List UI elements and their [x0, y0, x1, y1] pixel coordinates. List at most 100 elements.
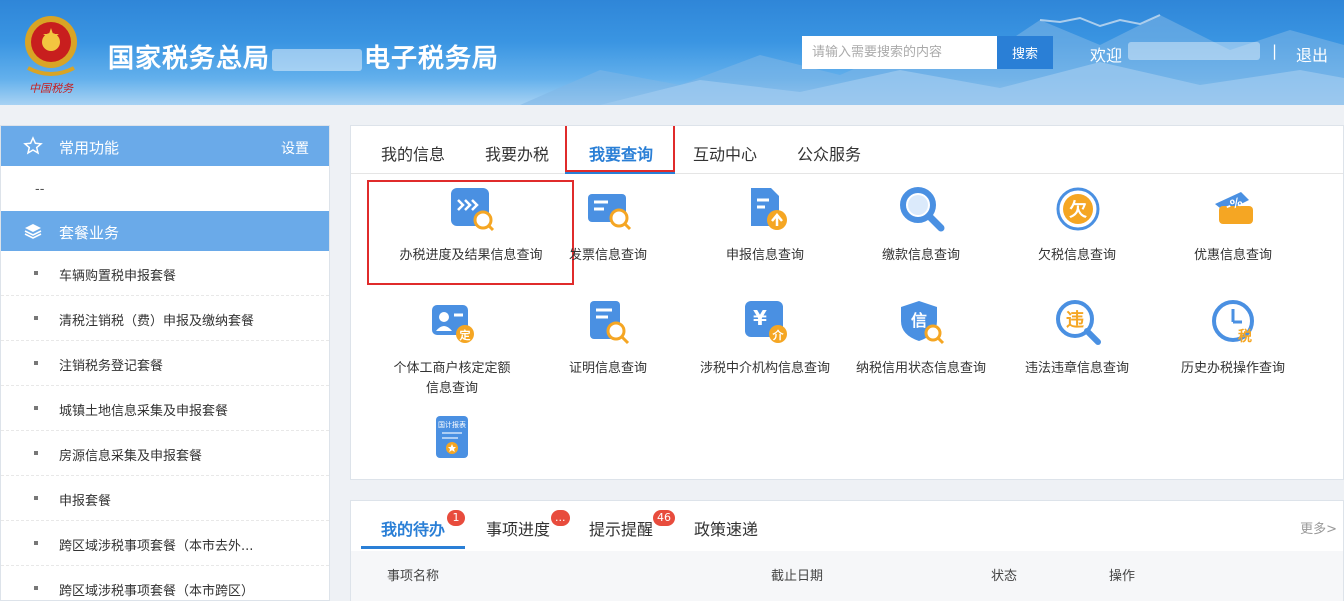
tab-reminders[interactable]: 提示提醒 — [589, 516, 653, 540]
package-item-label: 车辆购置税申报套餐 — [59, 269, 177, 284]
certificate-search-icon — [590, 301, 630, 345]
package-item[interactable]: 城镇土地信息采集及申报套餐 — [1, 386, 329, 431]
query-item-individual-quota[interactable]: 定 个体工商户核定定额信息查询 — [374, 299, 530, 409]
bullet-icon — [34, 451, 38, 455]
svg-text:欠: 欠 — [1069, 199, 1087, 221]
query-item-label: 办税进度及结果信息查询 — [399, 248, 543, 263]
svg-text:介: 介 — [772, 328, 785, 342]
svg-text:¥: ¥ — [753, 306, 767, 330]
redacted-username — [1128, 42, 1260, 60]
column-header-status: 状态 — [991, 569, 1018, 584]
tab-public-service[interactable]: 公众服务 — [797, 141, 861, 165]
packages-title: 套餐业务 — [59, 224, 120, 242]
tab-interaction-center[interactable]: 互动中心 — [693, 141, 757, 165]
site-title: 国家税务总局 电子税务局 — [108, 38, 499, 75]
bullet-icon — [34, 406, 38, 410]
package-item-label: 申报套餐 — [59, 494, 112, 509]
query-item-certificate[interactable]: 证明信息查询 — [530, 299, 686, 409]
national-emblem-logo: 中国税务 — [25, 16, 77, 95]
magnifier-icon — [900, 187, 945, 232]
svg-text:信: 信 — [911, 311, 927, 330]
package-item[interactable]: 跨区域涉税事项套餐（本市去外... — [1, 521, 329, 566]
todo-panel: 我的待办 1 事项进度 ... 提示提醒 46 政策速递 更多> 事项名称 截止… — [350, 500, 1344, 601]
logout-link[interactable]: 退出 — [1296, 42, 1328, 66]
svg-text:违: 违 — [1066, 309, 1084, 331]
statistics-report-icon: 国计报表 — [436, 416, 468, 458]
package-item[interactable]: 申报套餐 — [1, 476, 329, 521]
package-item-label: 跨区域涉税事项套餐（本市跨区） — [59, 584, 255, 599]
tax-arrears-icon: 欠 — [1056, 187, 1100, 231]
tab-my-info[interactable]: 我的信息 — [381, 141, 445, 165]
history-clock-icon: 税 — [1212, 300, 1254, 345]
query-item-label: 纳税信用状态信息查询 — [855, 361, 986, 376]
query-item-label: 申报信息查询 — [725, 248, 804, 263]
bullet-icon — [34, 496, 38, 500]
query-item-arrears[interactable]: 欠 欠税信息查询 — [999, 186, 1155, 296]
invoice-search-icon — [588, 194, 632, 231]
bullet-icon — [34, 541, 38, 545]
search-input[interactable] — [802, 36, 997, 69]
query-item-label: 个体工商户核定定额信息查询 — [393, 361, 511, 396]
star-icon — [23, 136, 43, 155]
tab-item-progress[interactable]: 事项进度 — [486, 516, 550, 540]
package-item[interactable]: 清税注销税（费）申报及缴纳套餐 — [1, 296, 329, 341]
tab-tax-handling[interactable]: 我要办税 — [485, 141, 549, 165]
credit-shield-icon: 信 — [901, 301, 945, 345]
package-item-label: 清税注销税（费）申报及缴纳套餐 — [59, 314, 255, 329]
query-item-credit[interactable]: 信 纳税信用状态信息查询 — [843, 299, 999, 409]
todo-count-badge: 1 — [447, 510, 465, 526]
favorites-header: 常用功能 设置 — [1, 126, 329, 166]
packages-header: 套餐业务 — [1, 211, 329, 251]
query-item-label: 缴款信息查询 — [881, 248, 960, 263]
favorites-empty-text: -- — [35, 182, 45, 197]
query-item-label: 历史办税操作查询 — [1180, 361, 1285, 376]
query-item-declaration[interactable]: 申报信息查询 — [687, 186, 843, 296]
bullet-icon — [34, 586, 38, 590]
reminder-count-badge: 46 — [653, 510, 675, 526]
tab-policy-express[interactable]: 政策速递 — [694, 516, 758, 540]
package-item[interactable]: 注销税务登记套餐 — [1, 341, 329, 386]
svg-text:税: 税 — [1238, 328, 1252, 345]
welcome-text: 欢迎 — [1090, 46, 1123, 65]
violation-search-icon: 违 — [1056, 300, 1101, 345]
svg-text:中国税务: 中国税务 — [29, 82, 74, 95]
query-item-label: 优惠信息查询 — [1193, 248, 1272, 263]
svg-text:定: 定 — [460, 328, 471, 342]
bullet-icon — [34, 316, 38, 320]
package-item[interactable]: 车辆购置税申报套餐 — [1, 251, 329, 296]
site-header: 中国税务 国家税务总局 电子税务局 搜索 欢迎 | 退出 — [0, 0, 1344, 105]
query-item-statistics[interactable]: 国计报表 — [374, 414, 530, 479]
progress-arrows-icon — [451, 188, 495, 232]
declaration-upload-icon — [751, 188, 787, 230]
query-item-payment[interactable]: 缴款信息查询 — [843, 186, 999, 296]
package-item-label: 注销税务登记套餐 — [59, 359, 164, 374]
query-item-agency[interactable]: ¥ 介 涉税中介机构信息查询 — [687, 299, 843, 409]
query-item-history[interactable]: 税 历史办税操作查询 — [1155, 299, 1311, 409]
more-link[interactable]: 更多> — [1300, 518, 1337, 537]
active-todo-tab-indicator — [361, 546, 465, 549]
query-item-label: 违法违章信息查询 — [1024, 361, 1129, 376]
todo-table-header: 事项名称 截止日期 状态 操作 — [351, 551, 1343, 601]
site-title-suffix: 电子税务局 — [364, 44, 500, 74]
site-title-prefix: 国家税务总局 — [108, 44, 271, 74]
main-tab-bar: 我的信息 我要办税 我要查询 互动中心 公众服务 — [351, 126, 1343, 174]
column-header-action: 操作 — [1109, 569, 1136, 584]
query-item-label: 证明信息查询 — [568, 361, 647, 376]
column-header-deadline: 截止日期 — [771, 569, 824, 584]
query-item-invoice[interactable]: 发票信息查询 — [530, 186, 686, 296]
bullet-icon — [34, 271, 38, 275]
query-item-label: 涉税中介机构信息查询 — [699, 361, 830, 376]
sidebar: 常用功能 设置 -- 套餐业务 车辆购置税申报套餐 清税注销税（费）申报及缴纳套… — [0, 125, 330, 601]
query-item-progress[interactable]: 办税进度及结果信息查询 — [393, 186, 549, 296]
package-item-label: 房源信息采集及申报套餐 — [59, 449, 203, 464]
query-item-discount[interactable]: -% 优惠信息查询 — [1155, 186, 1311, 296]
query-item-violation[interactable]: 违 违法违章信息查询 — [999, 299, 1155, 409]
tab-my-todo[interactable]: 我的待办 — [381, 516, 445, 540]
individual-quota-icon: 定 — [432, 305, 474, 343]
package-item[interactable]: 房源信息采集及申报套餐 — [1, 431, 329, 476]
favorites-setting-link[interactable]: 设置 — [281, 138, 309, 158]
package-item[interactable]: 跨区域涉税事项套餐（本市跨区） — [1, 566, 329, 601]
package-item-label: 城镇土地信息采集及申报套餐 — [59, 404, 229, 419]
search-button[interactable]: 搜索 — [997, 36, 1053, 69]
statistics-icon-text: 国计报表 — [438, 420, 466, 429]
